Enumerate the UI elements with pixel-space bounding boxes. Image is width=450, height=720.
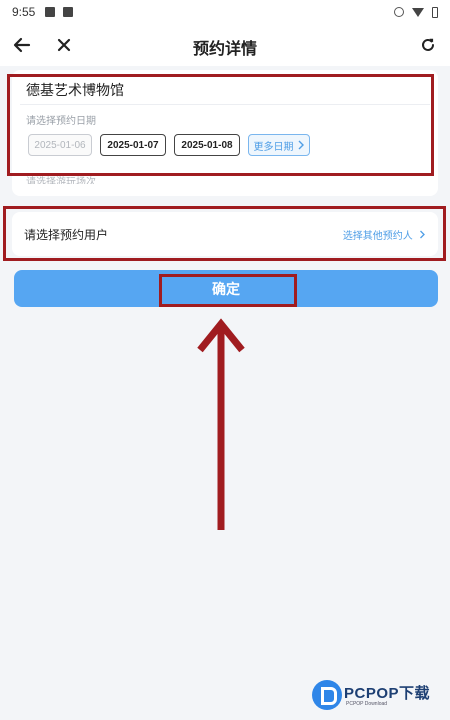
confirm-label: 确定 [212,281,240,298]
battery-icon [432,6,438,18]
wifi-icon [412,7,424,17]
date-chip[interactable]: 2025-01-07 [100,134,166,156]
watermark-sub: PCPOP Download [346,701,388,707]
divider [20,104,430,105]
watermark-logo: PCPOP下载 PCPOP Download [312,678,448,716]
other-user-link[interactable]: 选择其他预约人 [343,227,426,242]
pcpop-logo-icon [312,680,342,710]
gallery-notification-icon [45,7,56,17]
session-label-partial: 请选择游玩场次 [26,177,96,184]
close-icon[interactable] [50,32,78,58]
select-user-row[interactable]: 请选择预约用户 选择其他预约人 [12,212,438,256]
venue-name: 德基艺术博物馆 [26,83,124,99]
status-time: 9:55 [12,5,36,19]
status-icons [394,6,438,18]
more-dates-button[interactable]: 更多日期 [248,134,310,156]
dnd-icon [394,7,404,17]
chevron-right-icon [420,230,425,239]
select-user-label: 请选择预约用户 [24,228,109,242]
refresh-icon[interactable] [414,32,442,58]
date-chip[interactable]: 2025-01-08 [174,134,240,156]
date-label: 请选择预约日期 [26,116,96,127]
more-dates-label: 更多日期 [253,141,294,153]
annotation-arrow-up-icon [197,318,245,530]
arrow-left-icon[interactable] [8,32,36,58]
status-bar: 9:55 [0,0,450,24]
watermark-brand: PCPOP下载 [344,685,431,702]
app-notification-icon [63,7,74,17]
chevron-right-icon [298,140,304,150]
date-chip-disabled: 2025-01-06 [28,134,92,156]
other-user-label: 选择其他预约人 [342,231,413,242]
venue-card: 德基艺术博物馆 请选择预约日期 2025-01-06 2025-01-07 20… [12,70,438,196]
nav-bar: 预约详情 [0,24,450,66]
confirm-button[interactable]: 确定 [14,270,438,307]
